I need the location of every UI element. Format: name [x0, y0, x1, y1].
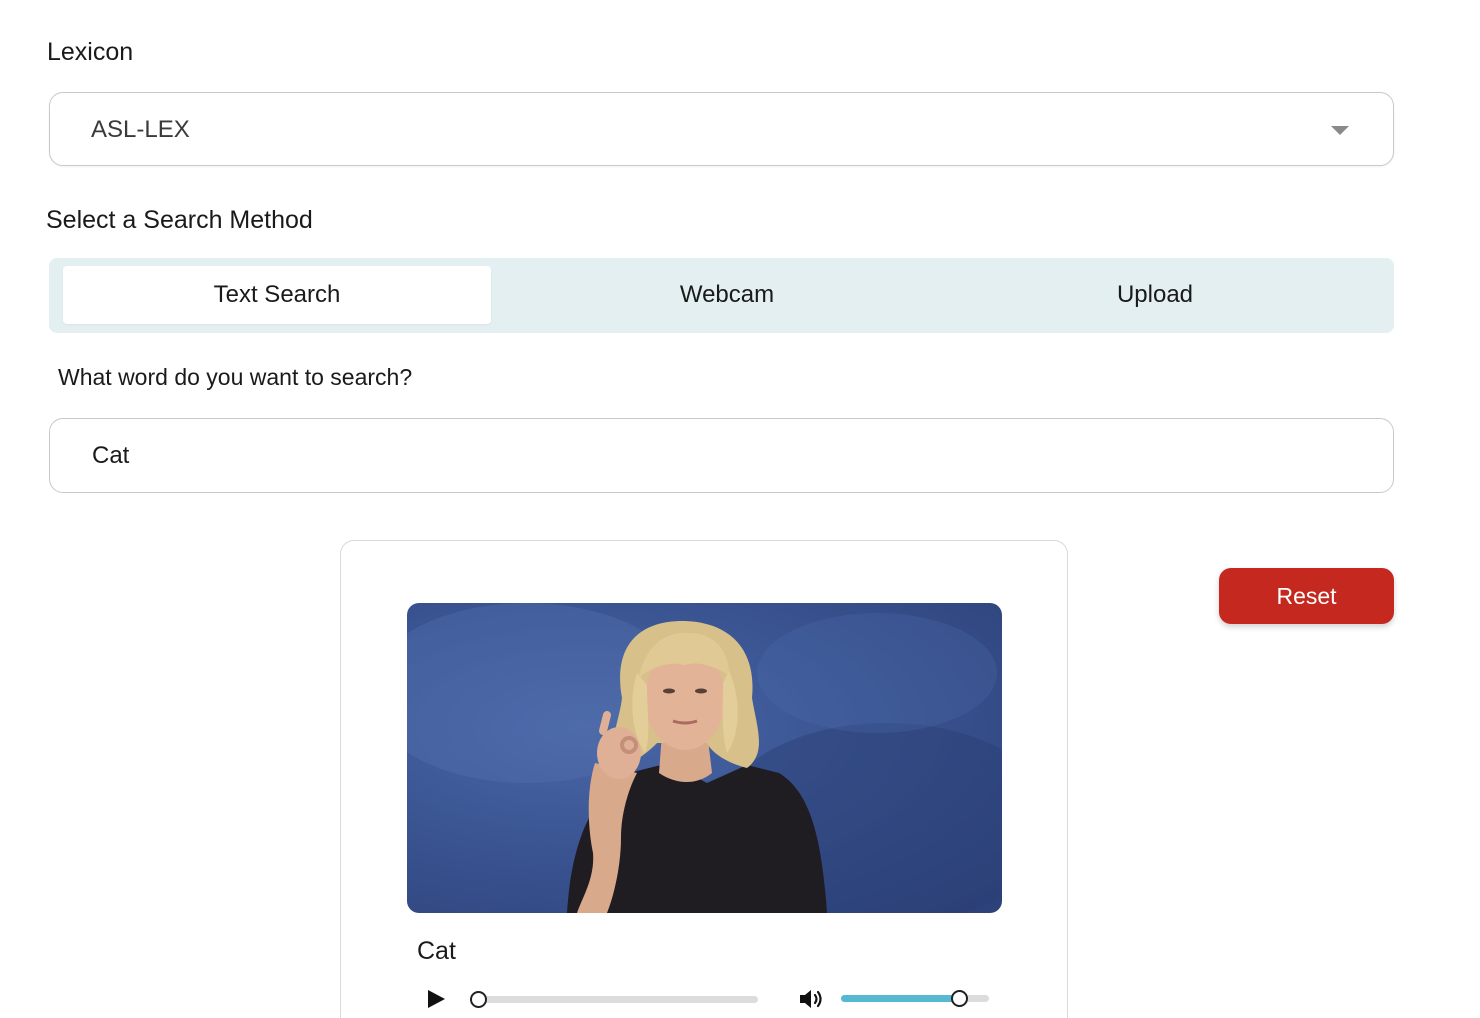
play-icon[interactable]	[425, 988, 447, 1010]
progress-thumb[interactable]	[470, 991, 487, 1008]
result-word: Cat	[417, 937, 456, 965]
page: Lexicon ASL-LEX Select a Search Method T…	[0, 0, 1480, 1018]
volume-thumb[interactable]	[951, 990, 968, 1007]
search-method-tabs: Text Search Webcam Upload	[49, 258, 1394, 333]
tab-webcam[interactable]: Webcam	[509, 266, 945, 324]
search-method-label: Select a Search Method	[46, 206, 313, 234]
lexicon-label: Lexicon	[47, 38, 134, 66]
sign-video[interactable]	[407, 603, 1002, 913]
tab-upload[interactable]: Upload	[939, 266, 1371, 324]
search-input[interactable]	[49, 418, 1394, 493]
result-card: Cat	[340, 540, 1068, 1018]
signer-illustration	[407, 603, 1002, 913]
chevron-down-icon	[1331, 126, 1349, 135]
search-question-label: What word do you want to search?	[58, 364, 413, 390]
reset-button[interactable]: Reset	[1219, 568, 1394, 624]
lexicon-select[interactable]: ASL-LEX	[49, 92, 1394, 166]
lexicon-selected-value: ASL-LEX	[91, 116, 190, 143]
tab-text-search[interactable]: Text Search	[63, 266, 491, 324]
volume-icon[interactable]	[798, 987, 826, 1011]
volume-fill	[841, 995, 963, 1002]
progress-slider[interactable]	[478, 996, 758, 1003]
